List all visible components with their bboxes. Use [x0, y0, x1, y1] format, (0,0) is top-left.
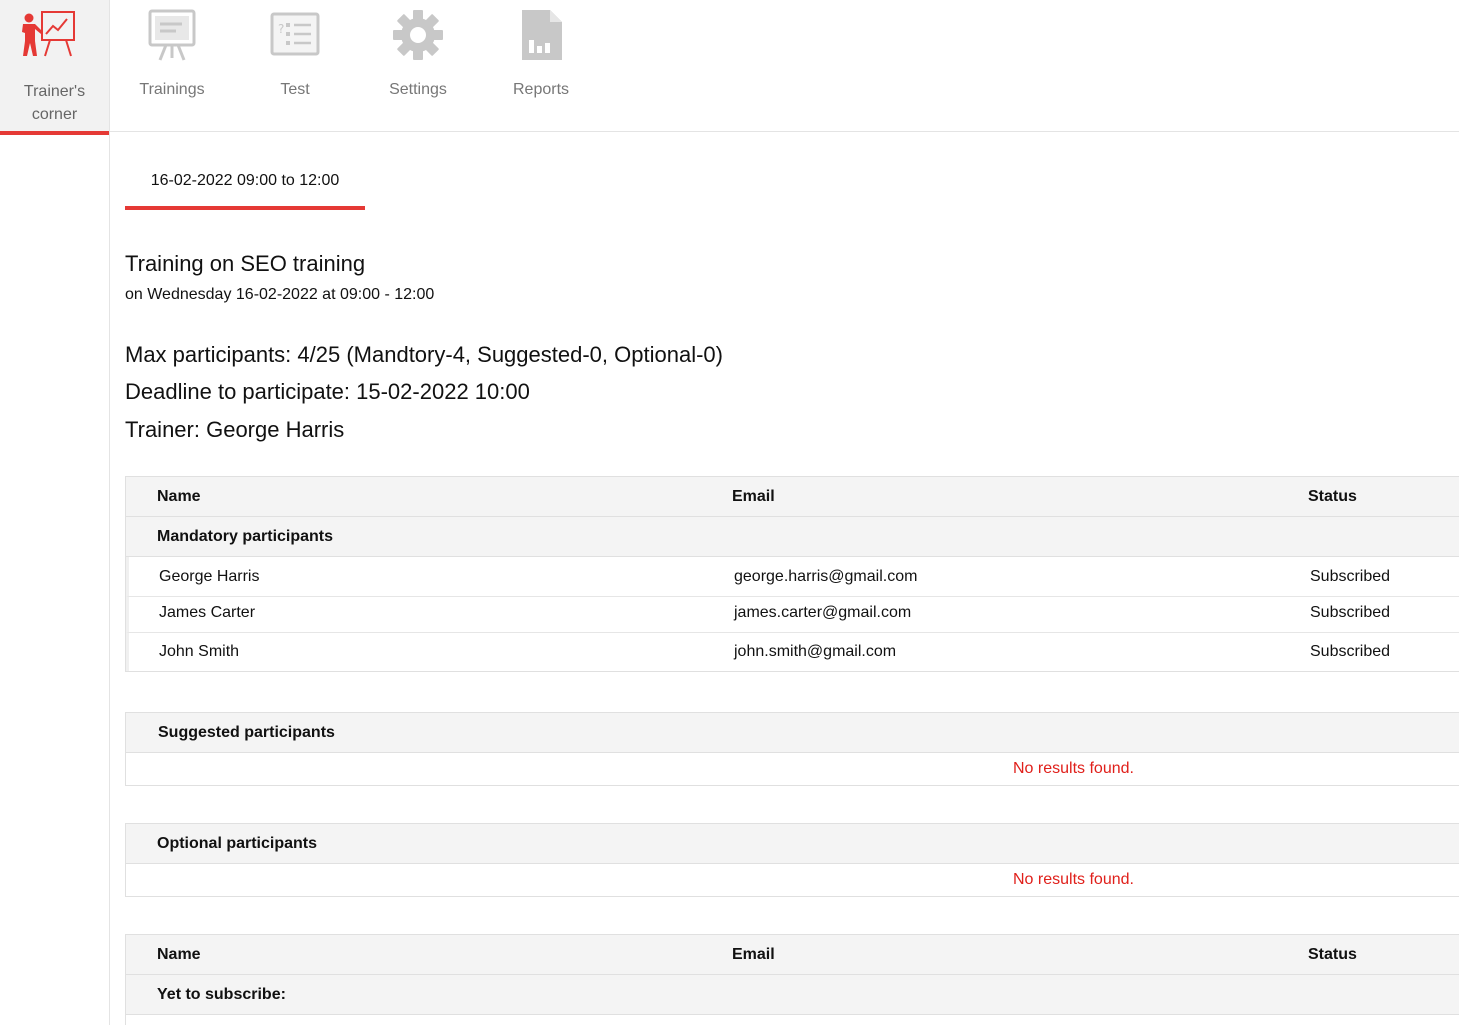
- top-navigation: Trainings ? Test Settings Reports: [110, 0, 1459, 132]
- mandatory-participants-table: Name Email Status Mandatory participants…: [125, 476, 1459, 672]
- empty-row: No results found.: [126, 864, 1459, 896]
- sidebar: Trainer's corner: [0, 0, 110, 1025]
- column-header-name: Name: [157, 488, 201, 505]
- trainer-name: Trainer: George Harris: [125, 417, 345, 442]
- cell-status: Subscribed: [1310, 604, 1391, 621]
- column-header-status: Status: [1308, 946, 1357, 963]
- max-participants: Max participants: 4/25 (Mandtory-4, Sugg…: [125, 342, 723, 367]
- nav-settings[interactable]: Settings: [356, 0, 480, 131]
- cell-name: John Smith: [159, 643, 240, 660]
- training-title: Training on SEO training: [125, 251, 366, 276]
- nav-test[interactable]: ? Test: [233, 0, 357, 131]
- no-results-message: No results found.: [1013, 871, 1134, 888]
- cell-status: Subscribed: [1310, 643, 1391, 660]
- sidebar-item-trainers-corner[interactable]: Trainer's corner: [0, 0, 109, 135]
- nav-label: Test: [280, 81, 310, 98]
- column-header-email: Email: [732, 488, 775, 505]
- sidebar-item-label: Trainer's corner: [23, 83, 86, 123]
- cell-email: john.smith@gmail.com: [734, 643, 897, 660]
- report-document-icon: [522, 10, 562, 60]
- no-results-message: No results found.: [1013, 760, 1134, 777]
- nav-label: Settings: [389, 81, 447, 98]
- table-row: James Carter james.carter@gmail.com Subs…: [126, 597, 1459, 633]
- cell-name: George Harris: [159, 568, 260, 585]
- nav-trainings[interactable]: Trainings: [110, 0, 234, 131]
- group-label: Mandatory participants: [157, 528, 334, 545]
- cell-name: James Carter: [159, 604, 256, 621]
- cell-status: Subscribed: [1310, 568, 1391, 585]
- group-label: Optional participants: [157, 835, 318, 852]
- table-header: Name Email Status: [126, 935, 1459, 975]
- group-label: Suggested participants: [158, 724, 335, 741]
- column-header-status: Status: [1308, 488, 1357, 505]
- gear-icon: [393, 10, 443, 60]
- empty-row: No results found.: [126, 753, 1459, 785]
- participation-deadline: Deadline to participate: 15-02-2022 10:0…: [125, 379, 530, 404]
- test-checklist-icon: ?: [270, 12, 320, 56]
- nav-label: Reports: [512, 81, 570, 98]
- table-header: Name Email Status: [126, 477, 1459, 517]
- optional-participants-table: Optional participants No results found.: [125, 823, 1459, 897]
- column-header-email: Email: [732, 946, 775, 963]
- group-label: Yet to subscribe:: [157, 986, 286, 1003]
- group-suggested: Suggested participants: [126, 713, 1459, 753]
- cell-email: james.carter@gmail.com: [734, 604, 912, 621]
- trainings-board-icon: [148, 9, 196, 61]
- nav-reports[interactable]: Reports: [479, 0, 603, 131]
- training-datetime: on Wednesday 16-02-2022 at 09:00 - 12:00: [125, 286, 435, 303]
- group-optional: Optional participants: [126, 824, 1459, 864]
- column-header-name: Name: [157, 946, 201, 963]
- tab-session-label: 16-02-2022 09:00 to 12:00: [150, 172, 340, 189]
- table-row: John Smith john.smith@gmail.com Subscrib…: [126, 633, 1459, 671]
- cell-email: george.harris@gmail.com: [734, 568, 918, 585]
- nav-label: Trainings: [139, 81, 205, 98]
- yet-to-subscribe-table: Name Email Status Yet to subscribe:: [125, 934, 1459, 1025]
- group-mandatory: Mandatory participants: [126, 517, 1459, 557]
- group-yet-to-subscribe: Yet to subscribe:: [126, 975, 1459, 1015]
- suggested-participants-table: Suggested participants No results found.: [125, 712, 1459, 786]
- tab-session-date[interactable]: 16-02-2022 09:00 to 12:00: [125, 168, 365, 210]
- trainer-presentation-icon: [22, 11, 75, 57]
- table-row: George Harris george.harris@gmail.com Su…: [126, 557, 1459, 597]
- svg-text:?: ?: [278, 22, 284, 36]
